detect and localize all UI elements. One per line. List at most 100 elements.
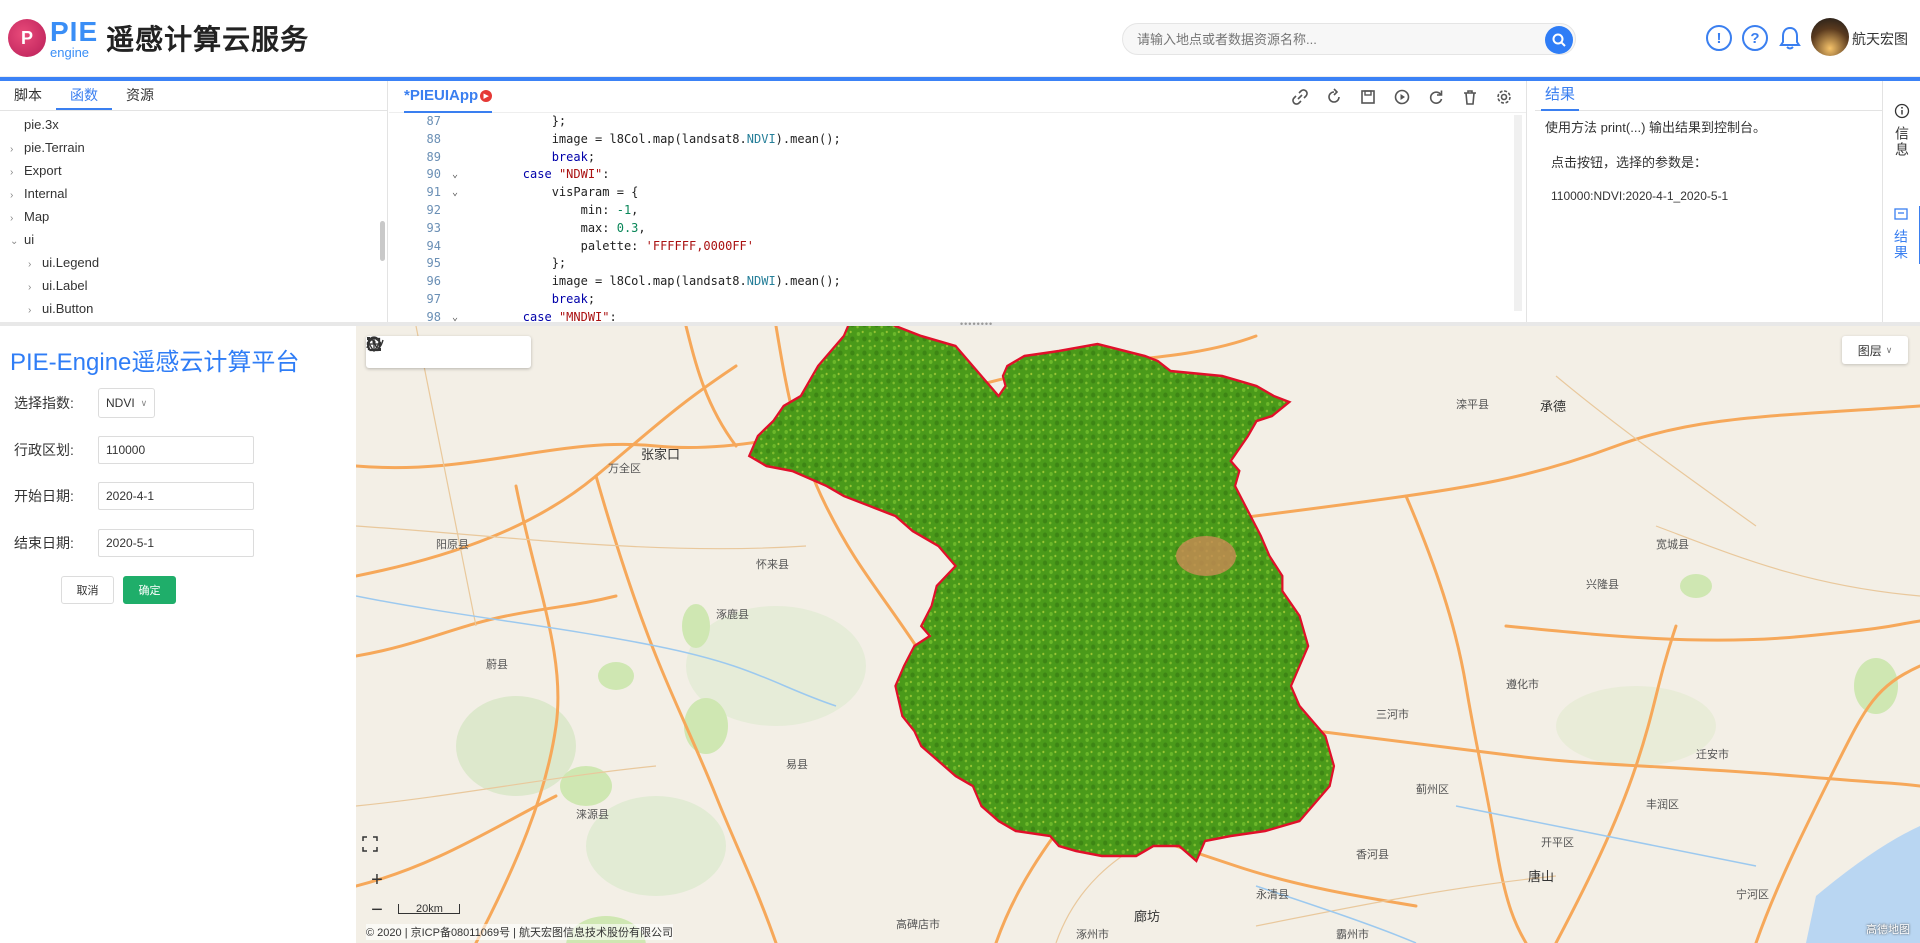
refresh-icon[interactable] [1324,87,1344,107]
search-button[interactable] [1545,26,1573,54]
region-input[interactable]: 110000 [98,436,254,464]
ui-form-panel: PIE-Engine遥感云计算平台 选择指数: NDVI ∨ 行政区划: 110… [0,326,356,943]
rail-info[interactable]: 信息 [1883,103,1920,161]
search-input[interactable] [1123,24,1523,54]
end-date-row: 结束日期: 2020-5-1 [14,529,254,557]
tree-item[interactable]: › ui.Label [0,274,387,297]
chevron-down-icon: ⌄ [10,236,19,247]
tab-functions[interactable]: 函数 [56,81,112,110]
start-date-input[interactable]: 2020-4-1 [98,482,254,510]
search-bar [1122,23,1576,55]
rectangle-icon[interactable] [367,336,531,368]
layers-button[interactable]: 图层 ∨ [1842,336,1908,364]
tree-item-label: pie.3x [24,117,59,132]
cancel-button[interactable]: 取消 [61,576,114,604]
zoom-in-button[interactable]: + [362,867,392,893]
brand-logo[interactable]: P PIE engine 遥感计算云服务 [8,16,309,60]
tree-item[interactable]: › Export [0,159,387,182]
bell-icon[interactable] [1778,25,1802,51]
confirm-button[interactable]: 确定 [123,576,176,604]
code-line[interactable]: 91 ⌄ visParam = { [389,184,1526,202]
index-row: 选择指数: NDVI ∨ [14,388,155,418]
code-line[interactable]: 94 palette: 'FFFFFF,0000FF' [389,238,1526,256]
settings-icon[interactable] [1494,87,1514,107]
reload-icon[interactable] [1426,87,1446,107]
code-line[interactable]: 88 image = l8Col.map(landsat8.NDVI).mean… [389,131,1526,149]
result-tabbar: 结果 [1535,81,1882,111]
app-title: 遥感计算云服务 [106,24,310,55]
code-text: visParam = { [465,185,639,200]
tree-item[interactable]: pie.3x [0,113,387,136]
line-number: 97 [426,291,441,306]
code-line[interactable]: 95 }; [389,255,1526,273]
zoom-out-button[interactable]: − [362,897,392,923]
tab-resources[interactable]: 资源 [112,81,168,110]
tree-item[interactable]: › Map [0,205,387,228]
map-copyright: © 2020 | 京ICP备08011069号 | 航天宏图信息技术股份有限公司 [366,924,674,940]
marker-icon[interactable] [368,336,432,368]
map-view[interactable]: 张家口 承德 廊坊 唐山 万全区 怀来县 滦平县 兴隆县 宽城县 遵化市 蓟州区… [356,326,1920,943]
code-line[interactable]: 93 max: 0.3, [389,220,1526,238]
line-number: 90 [426,167,441,182]
fold-chevron-icon[interactable]: ⌄ [445,309,465,322]
save-icon[interactable] [1358,87,1378,107]
tree-item-label: ui.Legend [42,255,100,270]
tree-item[interactable]: › ui.Button [0,297,387,320]
code-line[interactable]: 90 ⌄ case "NDWI": [389,166,1526,184]
code-line[interactable]: 96 image = l8Col.map(landsat8.NDWI).mean… [389,273,1526,291]
file-tab[interactable]: *PIEUIApp ▶ [404,81,493,113]
user-name[interactable]: 航天宏图 [1852,29,1908,49]
basemap [356,326,1920,943]
side-rail: 信息 结果 [1882,81,1920,322]
code-text: break; [551,291,596,306]
tab-scripts[interactable]: 脚本 [0,81,56,110]
left-tabs: 脚本 函数 资源 [0,81,387,111]
polyline-icon[interactable] [366,336,465,368]
running-indicator-icon: ▶ [480,89,493,102]
scale-label: 20km [416,903,443,915]
map-label-kuancheng: 宽城县 [1656,539,1689,551]
line-number: 91 [426,185,441,200]
delete-icon[interactable] [1460,87,1480,107]
map-label-xianghe: 香河县 [1356,849,1389,861]
end-date-input[interactable]: 2020-5-1 [98,529,254,557]
tree-item[interactable]: › ui.Legend [0,251,387,274]
info-icon[interactable]: ! [1706,25,1732,51]
code-editor: *PIEUIApp ▶ 87 }; 88 image = l8Col.map(la… [389,81,1527,322]
fold-gutter [445,220,465,238]
code-line[interactable]: 98 ⌄ case "MNDWI": [389,309,1526,322]
fold-chevron-icon[interactable]: ⌄ [445,166,465,184]
region-row: 行政区划: 110000 [14,436,254,464]
chevron-down-icon: ∨ [1885,344,1893,355]
code-line[interactable]: 97 break; [389,291,1526,309]
logo-pie-text: PIE [50,15,99,47]
tab-result[interactable]: 结果 [1541,81,1580,111]
tree-item[interactable]: › pie.Terrain [0,136,387,159]
map-label-yongqing: 永清县 [1256,889,1289,901]
editor-scrollbar[interactable] [1514,115,1522,311]
fold-chevron-icon[interactable]: ⌄ [445,184,465,202]
fullscreen-button[interactable] [362,836,392,862]
tree-scrollbar[interactable] [380,221,385,261]
code-line[interactable]: 89 break; [389,149,1526,167]
polygon-icon[interactable] [366,336,498,368]
tree-item[interactable]: › Internal [0,182,387,205]
result-icon [1894,208,1908,220]
link-icon[interactable] [1290,87,1310,107]
map-label-sanhe: 三河市 [1376,709,1409,721]
code-area[interactable]: 87 }; 88 image = l8Col.map(landsat8.NDVI)… [389,113,1526,322]
map-label-tangshan: 唐山 [1528,869,1555,884]
run-icon[interactable] [1392,87,1412,107]
index-select[interactable]: NDVI ∨ [98,388,155,418]
avatar[interactable] [1811,18,1849,56]
rail-result[interactable]: 结果 [1883,206,1920,264]
code-line[interactable]: 92 min: -1, [389,202,1526,220]
map-label-zhangjiakou: 张家口 [641,447,681,462]
help-icon[interactable]: ? [1742,25,1768,51]
map-label-kaiping: 开平区 [1541,837,1574,849]
chevron-right-icon: › [10,190,14,201]
code-line[interactable]: 87 }; [389,113,1526,131]
logo-engine-text: engine [50,44,90,60]
map-label-wanquan: 万全区 [608,463,641,475]
tree-item[interactable]: ⌄ ui [0,228,387,251]
